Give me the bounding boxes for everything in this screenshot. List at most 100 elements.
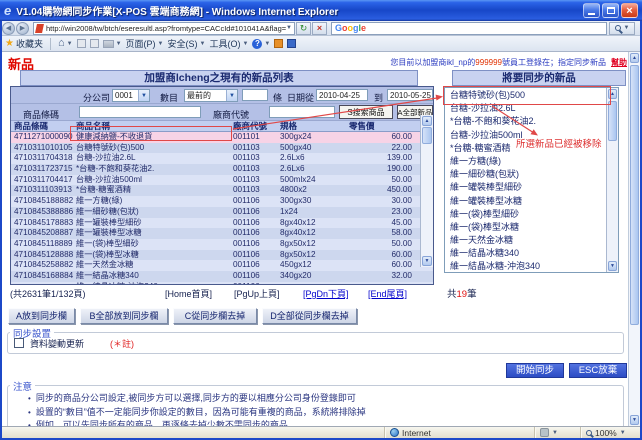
cell-spec: 1x24 bbox=[280, 206, 298, 216]
table-row[interactable]: 4710311010105 台糖特號砂(包)500 001103 500gx40… bbox=[11, 142, 433, 154]
messenger-icon[interactable] bbox=[274, 39, 284, 48]
sync-list-item[interactable]: 維一罐裝棒型細砂 bbox=[445, 181, 606, 194]
table-row[interactable]: 4710311723715 *台糖-不飽和葵花油2. 001103 2.6Lx6… bbox=[11, 164, 433, 175]
scroll-up-icon[interactable]: ▲ bbox=[630, 53, 639, 63]
search-dropdown-icon[interactable]: ▼ bbox=[624, 25, 630, 31]
table-row[interactable]: 4710311704417 台糖-沙拉油500ml 001103 500mlx2… bbox=[11, 174, 433, 186]
merchant-code: ikl_np bbox=[446, 58, 468, 67]
cell-spec: 300gx30 bbox=[280, 196, 312, 206]
esc-cancel-button[interactable]: ESC放棄 bbox=[569, 363, 627, 378]
scroll-thumb[interactable] bbox=[630, 65, 639, 325]
table-scroll-down-icon[interactable]: ▼ bbox=[422, 256, 432, 266]
table-row[interactable]: 4710845388886 維一細砂糖(包狀) 001106 1x24 23.0… bbox=[11, 206, 433, 218]
protected-mode-dropdown-icon[interactable]: ▼ bbox=[552, 430, 558, 436]
sync-list-item[interactable]: 維一結晶冰糖-沖泡340 bbox=[445, 260, 606, 272]
sync-list-item[interactable]: 維一天然金冰糖 bbox=[445, 234, 606, 247]
date-to-input[interactable]: 2010-05-25 bbox=[387, 89, 433, 101]
vendor-label: 廠商代號 bbox=[213, 110, 250, 120]
table-row[interactable]: 4710311704318 台糖-沙拉油2.6L 001103 2.6Lx6 1… bbox=[11, 153, 433, 165]
add-all-to-sync-button[interactable]: B全部放到同步欄 bbox=[80, 308, 168, 324]
sync-list-item[interactable]: 維一(袋)棒型細砂 bbox=[445, 208, 606, 221]
sync-list-item[interactable]: 維一(袋)棒型冰糖 bbox=[445, 221, 606, 234]
sync-list-item[interactable]: 維一方糖(綠) bbox=[445, 155, 606, 168]
safety-menu[interactable]: 安全(S) ▼ bbox=[168, 37, 206, 50]
sync-list-item[interactable]: 維一罐裝棒型冰糖 bbox=[445, 195, 606, 208]
research-icon[interactable] bbox=[287, 39, 297, 48]
search-products-button[interactable]: S搜索商品 bbox=[339, 105, 393, 119]
sync-list-item[interactable]: 維一細砂糖(包狀) bbox=[445, 168, 606, 181]
table-row[interactable]: 4710845118889 維一(袋)棒型細砂 001106 8gx50x12 … bbox=[11, 238, 433, 250]
sync-list-item[interactable]: *台糖-不飽和葵花油2. bbox=[445, 115, 606, 128]
rows-count-input[interactable] bbox=[242, 89, 268, 101]
maximize-button[interactable] bbox=[602, 3, 619, 18]
home-page-button[interactable]: [Home首頁] bbox=[165, 287, 212, 300]
list-scroll-down-icon[interactable]: ▼ bbox=[608, 261, 617, 271]
sync-list-item[interactable]: 維一結晶冰糖340 bbox=[445, 247, 606, 260]
products-table: 4711271000090 健康減納鹽-不收退貨 001101 300gx24 … bbox=[11, 132, 433, 284]
stop-button[interactable]: × bbox=[312, 21, 327, 35]
favorites-button[interactable]: ★ 收藏夹 bbox=[5, 37, 43, 50]
remove-all-from-sync-button[interactable]: D全部從同步欄去掉 bbox=[262, 308, 357, 324]
start-sync-button[interactable]: 開始同步 bbox=[506, 363, 564, 378]
zoom-dropdown-icon[interactable]: ▼ bbox=[620, 430, 626, 436]
sync-list-scrollbar[interactable]: ▲ ▼ bbox=[606, 88, 618, 272]
add-to-sync-button[interactable]: A放到同步欄 bbox=[8, 308, 75, 324]
remove-from-sync-button[interactable]: C從同步欄去掉 bbox=[173, 308, 257, 324]
cell-spec: 8gx50x12 bbox=[280, 249, 316, 259]
table-row[interactable]: 4710845128888 維一(袋)棒型冰糖 001106 8gx50x12 … bbox=[11, 249, 433, 261]
vendor-input[interactable] bbox=[269, 106, 335, 118]
home-button[interactable]: ⌂ ▼ bbox=[58, 38, 73, 49]
table-row[interactable]: 4710845178883 維一罐裝棒型細砂 001106 8gx40x12 4… bbox=[11, 217, 433, 229]
table-row[interactable]: 4710845188882 維一方糖(綠) 001106 300gx30 30.… bbox=[11, 196, 433, 207]
tools-menu[interactable]: 工具(O) ▼ bbox=[209, 37, 248, 50]
table-scrollbar[interactable]: ▲ ▼ bbox=[420, 115, 433, 267]
cell-name: 維一(袋)棒型細砂 bbox=[76, 238, 139, 248]
list-scroll-thumb[interactable] bbox=[608, 101, 617, 141]
feeds-icon[interactable] bbox=[76, 39, 86, 48]
left-table-title: 加盟商lcheng之現有的新品列表 bbox=[20, 70, 418, 86]
help-menu[interactable]: ? ▼ bbox=[252, 38, 270, 49]
search-go-button[interactable]: ▼ bbox=[609, 21, 635, 35]
protected-mode-pane[interactable]: ▼ bbox=[534, 427, 580, 438]
vertical-scrollbar[interactable]: ▲ ▼ bbox=[628, 52, 640, 426]
count-select[interactable]: 最前的 ▼ bbox=[184, 89, 238, 102]
end-page-link[interactable]: [End尾頁] bbox=[368, 287, 407, 300]
table-row[interactable]: 4710845168884 維一結晶冰糖340 001106 340gx20 3… bbox=[11, 270, 433, 282]
pgup-button[interactable]: [PgUp上頁] bbox=[234, 287, 280, 300]
window-titlebar[interactable]: e V1.04購物網同步作業[X-POS 雲端商務網] - Windows In… bbox=[0, 0, 642, 21]
help-link[interactable]: 幫助 bbox=[611, 58, 627, 67]
pgdn-link[interactable]: [PgDn下頁] bbox=[303, 287, 349, 300]
cell-spec: 4800x2 bbox=[280, 185, 307, 195]
data-change-checkbox[interactable] bbox=[14, 338, 24, 348]
barcode-input[interactable] bbox=[79, 106, 201, 118]
refresh-button[interactable]: ↻ bbox=[296, 21, 311, 35]
count-select-dropdown-icon[interactable]: ▼ bbox=[226, 90, 237, 101]
sync-list[interactable]: 台糖特號砂(包)500 台糖-沙拉油2.6L *台糖-不飽和葵花油2. 台糖-沙… bbox=[444, 87, 619, 273]
date-from-input[interactable]: 2010-04-25 bbox=[316, 89, 368, 101]
table-row[interactable]: 4710311103913 *台糖-糖蜜酒精 001103 4800x2 450… bbox=[11, 185, 433, 197]
scroll-down-icon[interactable]: ▼ bbox=[630, 415, 639, 425]
mail-icon[interactable] bbox=[89, 39, 99, 48]
table-scroll-up-icon[interactable]: ▲ bbox=[422, 116, 432, 126]
branch-select-dropdown-icon[interactable]: ▼ bbox=[138, 90, 149, 101]
search-box[interactable]: Google bbox=[331, 21, 607, 35]
minimize-button[interactable] bbox=[583, 3, 600, 18]
page-menu[interactable]: 页面(P) ▼ bbox=[126, 37, 164, 50]
address-dropdown-icon[interactable]: ▼ bbox=[286, 25, 292, 31]
print-dropdown-icon[interactable]: ▼ bbox=[116, 41, 122, 47]
sync-settings-fieldset: 同步設置 資料變動更新 (＊註) bbox=[7, 326, 624, 354]
print-button[interactable]: ▼ bbox=[102, 39, 122, 48]
table-row[interactable]: 維一結晶冰糖-沖泡340 001106 bbox=[11, 281, 433, 284]
table-row[interactable]: 4710845208887 維一罐裝棒型冰糖 001106 8gx40x12 5… bbox=[11, 228, 433, 239]
home-dropdown-icon[interactable]: ▼ bbox=[67, 41, 73, 47]
address-bar[interactable]: http://win2008/tw/btch/eseresultl.asp?fr… bbox=[33, 21, 295, 35]
zoom-control[interactable]: 100% ▼ bbox=[580, 427, 642, 438]
back-button[interactable]: ◀ bbox=[2, 21, 15, 35]
maximize-icon bbox=[606, 7, 615, 14]
branch-select[interactable]: 0001 ▼ bbox=[112, 89, 150, 102]
table-scroll-thumb[interactable] bbox=[422, 127, 432, 144]
forward-button[interactable]: ▶ bbox=[16, 21, 29, 35]
address-url[interactable]: http://win2008/tw/btch/eseresultl.asp?fr… bbox=[46, 24, 286, 33]
close-button[interactable]: × bbox=[621, 3, 638, 18]
table-row[interactable]: 4710845258882 維一天然金冰糖 001106 450gx12 60.… bbox=[11, 260, 433, 271]
